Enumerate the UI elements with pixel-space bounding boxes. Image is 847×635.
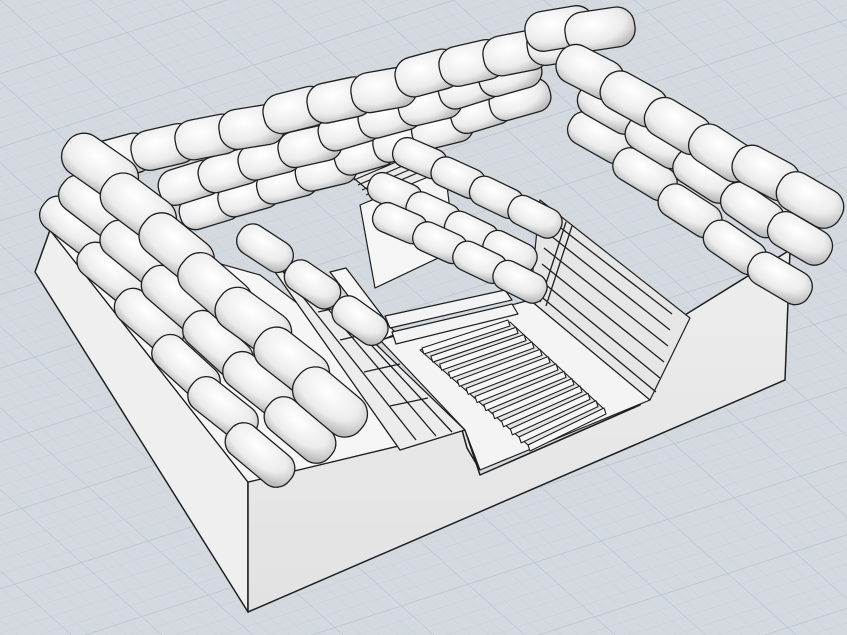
- 3d-viewport[interactable]: [0, 0, 847, 635]
- viewport-canvas[interactable]: [0, 0, 847, 635]
